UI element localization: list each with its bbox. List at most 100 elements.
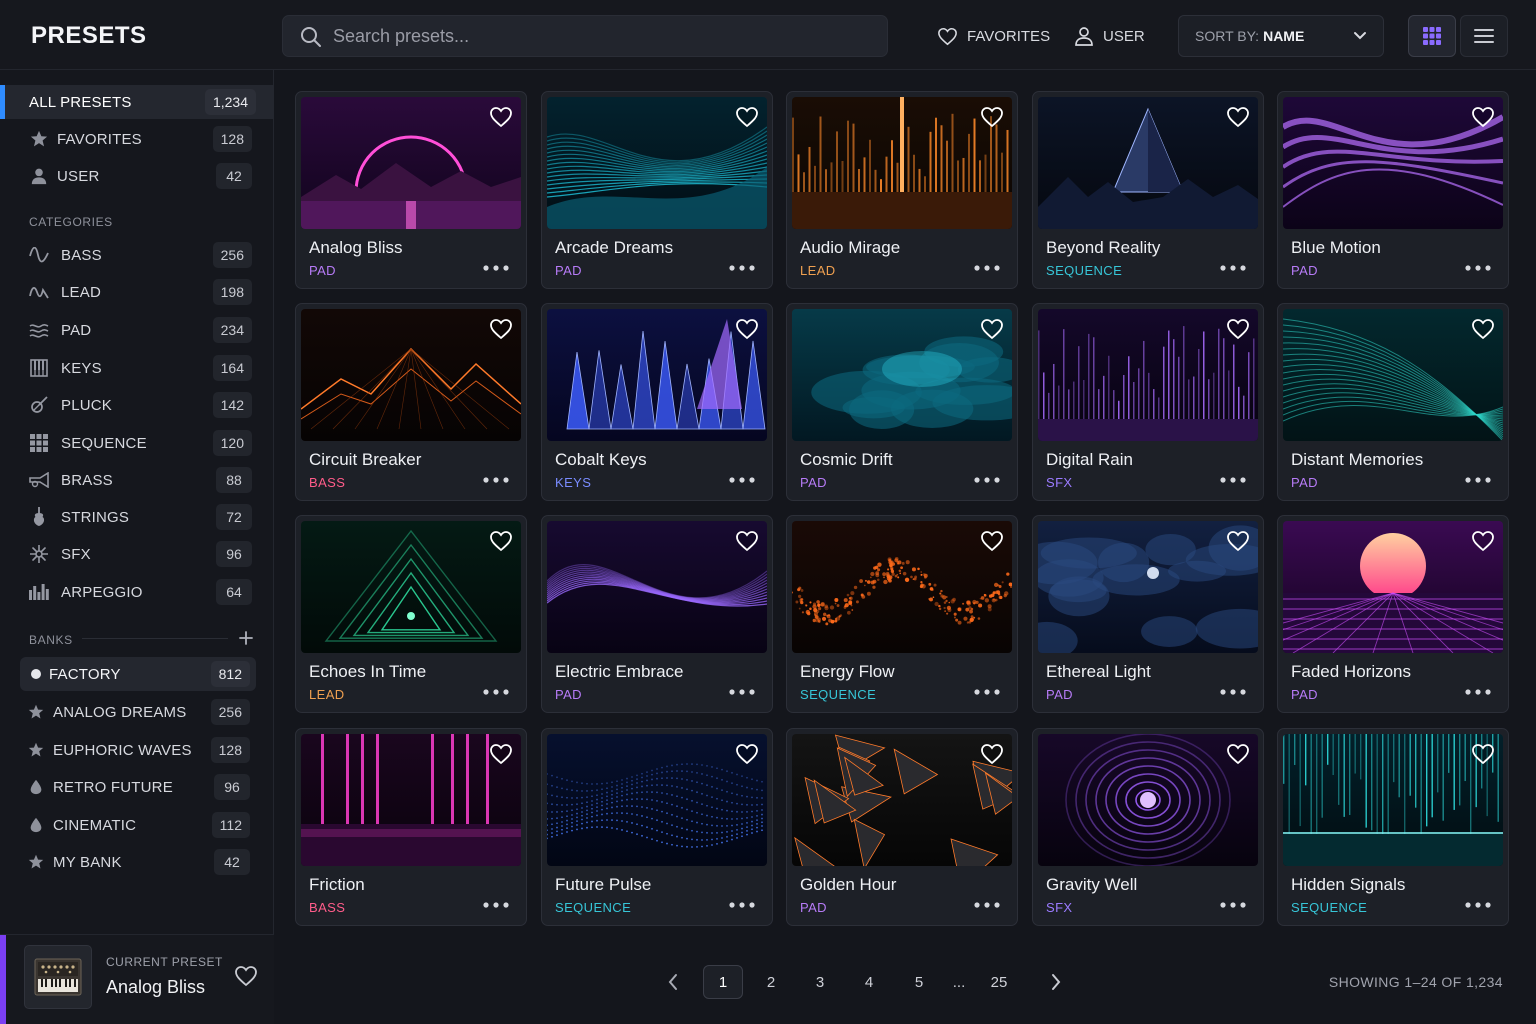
pagination-next-button[interactable] (1036, 965, 1076, 999)
more-options-icon[interactable] (728, 899, 756, 911)
preset-card[interactable]: Echoes In Time LEAD (295, 515, 527, 713)
more-options-icon[interactable] (482, 899, 510, 911)
brass-horn-icon (29, 470, 49, 490)
sidebar-item-sequence[interactable]: SEQUENCE 120 (0, 426, 274, 460)
more-options-icon[interactable] (1219, 262, 1247, 274)
preset-card[interactable]: Golden Hour PAD (786, 728, 1018, 926)
heart-icon[interactable] (489, 742, 513, 766)
heart-icon[interactable] (980, 105, 1004, 129)
more-options-icon[interactable] (728, 262, 756, 274)
sidebar-item-bass[interactable]: BASS 256 (0, 238, 274, 272)
more-options-icon[interactable] (1219, 899, 1247, 911)
preset-card[interactable]: Gravity Well SFX (1032, 728, 1264, 926)
bank-item-analog-dreams[interactable]: ANALOG DREAMS 256 (20, 695, 256, 729)
heart-icon[interactable] (1226, 317, 1250, 341)
heart-icon[interactable] (1471, 742, 1495, 766)
preset-card[interactable]: Blue Motion PAD (1277, 91, 1509, 289)
sidebar-item-favorites[interactable]: FAVORITES 128 (0, 122, 274, 156)
more-options-icon[interactable] (482, 474, 510, 486)
pagination-prev-button[interactable] (653, 965, 693, 999)
preset-card[interactable]: Distant Memories PAD (1277, 303, 1509, 501)
grid-view-button[interactable] (1408, 15, 1456, 57)
sidebar-item-brass[interactable]: BRASS 88 (0, 463, 274, 497)
more-options-icon[interactable] (1219, 474, 1247, 486)
more-options-icon[interactable] (973, 899, 1001, 911)
pagination-page-button[interactable]: 25 (979, 965, 1019, 999)
user-filter-button[interactable]: USER (1074, 24, 1145, 48)
preset-card[interactable]: Electric Embrace PAD (541, 515, 773, 713)
heart-icon[interactable] (735, 742, 759, 766)
heart-icon[interactable] (735, 317, 759, 341)
pagination-page-button[interactable]: 2 (751, 965, 791, 999)
pagination-page-button[interactable]: 3 (800, 965, 840, 999)
search-box[interactable] (282, 15, 888, 57)
more-options-icon[interactable] (1464, 262, 1492, 274)
heart-icon[interactable] (980, 742, 1004, 766)
heart-icon[interactable] (489, 105, 513, 129)
heart-icon[interactable] (1226, 105, 1250, 129)
current-preset-panel[interactable]: CURRENT PRESET Analog Bliss (0, 934, 274, 1024)
more-options-icon[interactable] (1464, 686, 1492, 698)
search-input[interactable] (333, 16, 873, 56)
more-options-icon[interactable] (973, 474, 1001, 486)
more-options-icon[interactable] (482, 262, 510, 274)
preset-card[interactable]: Friction BASS (295, 728, 527, 926)
sidebar-item-all-presets[interactable]: ALL PRESETS 1,234 (0, 85, 274, 119)
heart-icon[interactable] (735, 105, 759, 129)
sidebar-item-sfx[interactable]: SFX 96 (0, 537, 274, 571)
sort-dropdown[interactable]: SORT BY: NAME (1178, 15, 1384, 57)
count-badge: 256 (212, 242, 252, 268)
sidebar-item-arpeggio[interactable]: ARPEGGIO 64 (0, 575, 274, 609)
preset-card[interactable]: Hidden Signals SEQUENCE (1277, 728, 1509, 926)
sidebar-item-pluck[interactable]: PLUCK 142 (0, 388, 274, 422)
list-view-button[interactable] (1460, 15, 1508, 57)
preset-card[interactable]: Digital Rain SFX (1032, 303, 1264, 501)
preset-card[interactable]: Energy Flow SEQUENCE (786, 515, 1018, 713)
bank-item-euphoric-waves[interactable]: EUPHORIC WAVES 128 (20, 733, 256, 767)
preset-card[interactable]: Future Pulse SEQUENCE (541, 728, 773, 926)
preset-card[interactable]: Ethereal Light PAD (1032, 515, 1264, 713)
preset-card[interactable]: Faded Horizons PAD (1277, 515, 1509, 713)
bank-item-cinematic[interactable]: CINEMATIC 112 (20, 808, 256, 842)
heart-icon[interactable] (234, 965, 258, 987)
heart-icon[interactable] (489, 529, 513, 553)
pagination-page-button[interactable]: 1 (703, 965, 743, 999)
sidebar-item-pad[interactable]: PAD 234 (0, 313, 274, 347)
pagination-page-button[interactable]: 4 (849, 965, 889, 999)
preset-card[interactable]: Beyond Reality SEQUENCE (1032, 91, 1264, 289)
heart-icon[interactable] (1471, 529, 1495, 553)
pagination-page-button[interactable]: 5 (899, 965, 939, 999)
bank-item-retro-future[interactable]: RETRO FUTURE 96 (20, 770, 256, 804)
sidebar-item-lead[interactable]: LEAD 198 (0, 275, 274, 309)
more-options-icon[interactable] (1219, 686, 1247, 698)
sidebar-item-keys[interactable]: KEYS 164 (0, 351, 274, 385)
add-bank-icon[interactable] (236, 628, 256, 648)
heart-icon[interactable] (1471, 317, 1495, 341)
chevron-down-icon (1354, 32, 1366, 40)
preset-card[interactable]: Cosmic Drift PAD (786, 303, 1018, 501)
preset-card[interactable]: Arcade Dreams PAD (541, 91, 773, 289)
more-options-icon[interactable] (728, 686, 756, 698)
more-options-icon[interactable] (1464, 899, 1492, 911)
more-options-icon[interactable] (973, 262, 1001, 274)
more-options-icon[interactable] (1464, 474, 1492, 486)
heart-icon[interactable] (1471, 105, 1495, 129)
heart-icon[interactable] (735, 529, 759, 553)
bank-item-factory[interactable]: FACTORY 812 (20, 657, 256, 691)
favorites-filter-button[interactable]: FAVORITES (937, 24, 1050, 48)
preset-card[interactable]: Analog Bliss PAD (295, 91, 527, 289)
heart-icon[interactable] (980, 529, 1004, 553)
heart-icon[interactable] (489, 317, 513, 341)
heart-icon[interactable] (1226, 742, 1250, 766)
sidebar-item-strings[interactable]: STRINGS 72 (0, 500, 274, 534)
more-options-icon[interactable] (728, 474, 756, 486)
bank-item-my-bank[interactable]: MY BANK 42 (20, 845, 256, 879)
sidebar-item-user[interactable]: USER 42 (0, 159, 274, 193)
preset-card[interactable]: Cobalt Keys KEYS (541, 303, 773, 501)
preset-card[interactable]: Audio Mirage LEAD (786, 91, 1018, 289)
heart-icon[interactable] (980, 317, 1004, 341)
more-options-icon[interactable] (973, 686, 1001, 698)
preset-card[interactable]: Circuit Breaker BASS (295, 303, 527, 501)
more-options-icon[interactable] (482, 686, 510, 698)
heart-icon[interactable] (1226, 529, 1250, 553)
